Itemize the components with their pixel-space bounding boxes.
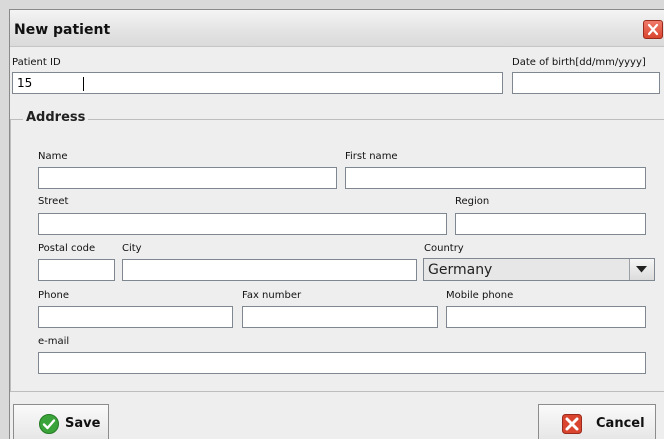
- close-icon: [647, 23, 659, 36]
- save-button[interactable]: Save: [13, 404, 109, 439]
- save-button-label: Save: [65, 416, 101, 431]
- cancel-button-label: Cancel: [596, 416, 645, 431]
- street-field[interactable]: [38, 213, 447, 235]
- address-group-title: Address: [23, 110, 89, 125]
- patient-id-value: 15: [17, 76, 33, 90]
- city-field[interactable]: [122, 259, 417, 281]
- first-name-label: First name: [345, 151, 398, 162]
- phone-field[interactable]: [38, 306, 233, 328]
- country-selected-value: Germany: [428, 262, 493, 278]
- region-field[interactable]: [455, 213, 646, 235]
- country-select[interactable]: Germany: [423, 258, 655, 281]
- name-field[interactable]: [38, 167, 337, 189]
- fax-number-label: Fax number: [242, 290, 302, 301]
- mobile-phone-label: Mobile phone: [446, 290, 514, 301]
- email-field[interactable]: [38, 352, 646, 374]
- address-group-top-border: [10, 119, 664, 120]
- postal-code-field[interactable]: [38, 259, 115, 281]
- date-of-birth-label: Date of birth[dd/mm/yyyy]: [512, 57, 646, 68]
- patient-id-label: Patient ID: [12, 57, 61, 68]
- cancel-button[interactable]: Cancel: [538, 404, 656, 439]
- address-group-left-border: [10, 119, 11, 391]
- close-button[interactable]: [643, 20, 663, 39]
- text-caret: [83, 77, 84, 91]
- fax-number-field[interactable]: [242, 306, 438, 328]
- mobile-phone-field[interactable]: [446, 306, 646, 328]
- address-group-bottom-border: [10, 391, 664, 392]
- postal-code-label: Postal code: [38, 243, 96, 254]
- first-name-field[interactable]: [345, 167, 646, 189]
- street-label: Street: [38, 196, 69, 207]
- email-label: e-mail: [38, 336, 70, 347]
- region-label: Region: [455, 196, 490, 207]
- cancel-x-icon: [562, 414, 582, 434]
- date-of-birth-field[interactable]: [512, 72, 660, 94]
- dialog-title: New patient: [14, 22, 111, 38]
- country-dropdown-button[interactable]: [629, 259, 654, 280]
- phone-label: Phone: [38, 290, 69, 301]
- title-bar: New patient: [10, 10, 664, 47]
- new-patient-dialog: New patient Patient ID 15 Date of birth[…: [9, 9, 664, 439]
- patient-id-field[interactable]: 15: [12, 72, 503, 94]
- checkmark-icon: [39, 414, 59, 434]
- name-label: Name: [38, 151, 68, 162]
- city-label: City: [122, 243, 142, 254]
- country-label: Country: [424, 243, 464, 254]
- chevron-down-icon: [636, 266, 647, 273]
